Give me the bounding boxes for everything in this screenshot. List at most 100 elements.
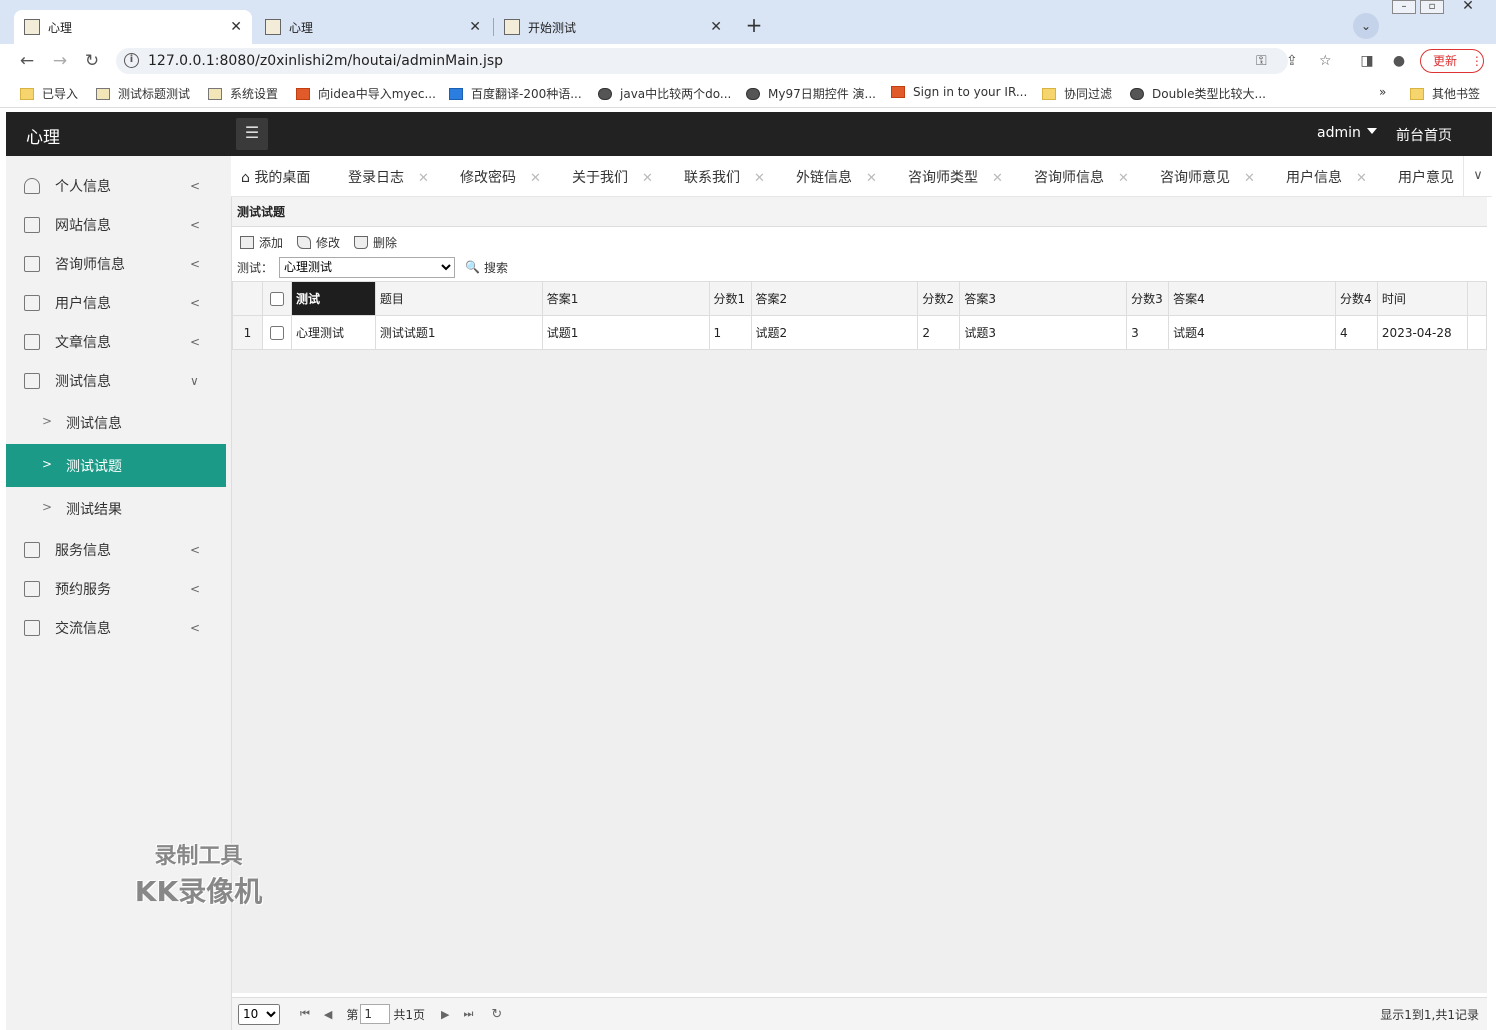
minimize-icon[interactable]: – xyxy=(1392,0,1416,14)
tab-change-password[interactable]: 修改密码 ✕ xyxy=(460,167,541,187)
close-icon[interactable]: ✕ xyxy=(754,171,765,186)
tab-user-feedback[interactable]: 用户意见 xyxy=(1398,167,1454,187)
tab-search-chevron-icon[interactable]: ⌄ xyxy=(1353,13,1379,39)
prev-page-icon[interactable]: ◀ xyxy=(324,1008,332,1021)
bookmark-item[interactable]: 已导入 xyxy=(20,85,78,102)
bookmark-item[interactable]: 测试标题测试 xyxy=(96,85,190,102)
close-icon[interactable]: ✕ xyxy=(469,19,481,35)
reload-icon[interactable]: ↻ xyxy=(81,50,103,72)
add-button[interactable]: 添加 xyxy=(240,231,283,253)
address-bar[interactable]: i 127.0.0.1:8080/z0xinlishi2m/houtai/adm… xyxy=(116,48,1332,74)
first-page-icon[interactable]: ⏮ xyxy=(300,1007,310,1021)
last-page-icon[interactable]: ⏭ xyxy=(464,1007,474,1021)
row-number-header xyxy=(232,281,263,316)
cell-time: 2023-04-28 xyxy=(1376,315,1468,350)
test-questions-panel: 测试试题 添加 修改 删除 测试： 心理测试 🔍 搜索 测试 题目 答案1 分数… xyxy=(231,197,1492,1030)
tab-about[interactable]: 关于我们 ✕ xyxy=(572,167,653,187)
close-icon[interactable]: ✕ xyxy=(992,171,1003,186)
row-checkbox[interactable] xyxy=(269,325,284,340)
close-icon[interactable]: ✕ xyxy=(230,19,242,35)
sidebar-subitem-test-info[interactable]: > 测试信息 xyxy=(6,401,226,444)
bookmarks-overflow-icon[interactable]: » xyxy=(1379,85,1386,99)
bookmark-item[interactable]: 系统设置 xyxy=(208,85,278,102)
browser-tab[interactable]: 心理 ✕ xyxy=(14,10,252,44)
bookmark-item[interactable]: 向idea中导入myec... xyxy=(296,85,436,102)
sidebar-item-services[interactable]: 服务信息 < xyxy=(6,530,226,569)
side-panel-icon[interactable]: ◨ xyxy=(1356,50,1378,72)
close-icon[interactable]: ✕ xyxy=(866,171,877,186)
back-arrow-icon[interactable]: ← xyxy=(16,50,38,72)
tab-counselor-info[interactable]: 咨询师信息 ✕ xyxy=(1034,167,1129,187)
bookmark-item[interactable]: 协同过滤 xyxy=(1042,85,1112,102)
close-icon[interactable]: ✕ xyxy=(642,171,653,186)
sidebar-item-users[interactable]: 用户信息 < xyxy=(6,283,226,322)
sidebar-item-counselor[interactable]: 咨询师信息 < xyxy=(6,244,226,283)
sidebar-item-website[interactable]: 网站信息 < xyxy=(6,205,226,244)
user-menu[interactable]: admin xyxy=(1317,125,1377,141)
close-icon[interactable]: ✕ xyxy=(1356,171,1367,186)
page-size-select[interactable]: 10 xyxy=(238,1003,280,1025)
other-bookmarks[interactable]: 其他书签 xyxy=(1410,85,1480,102)
column-header-score1[interactable]: 分数1 xyxy=(708,281,752,316)
sidebar-item-tests[interactable]: 测试信息 ∨ xyxy=(6,361,226,400)
column-header-time[interactable]: 时间 xyxy=(1376,281,1468,316)
tab-user-info[interactable]: 用户信息 ✕ xyxy=(1286,167,1367,187)
tabs-more-chevron-down-icon[interactable]: ∨ xyxy=(1463,156,1492,196)
browser-tab[interactable]: 开始测试 ✕ xyxy=(494,10,732,44)
tab-links[interactable]: 外链信息 ✕ xyxy=(796,167,877,187)
maximize-icon[interactable]: ▫ xyxy=(1420,0,1444,14)
close-icon[interactable]: ✕ xyxy=(710,19,722,35)
window-close-icon[interactable]: ✕ xyxy=(1448,0,1488,14)
sidebar-item-communication[interactable]: 交流信息 < xyxy=(6,608,226,647)
tab-contact[interactable]: 联系我们 ✕ xyxy=(684,167,765,187)
kebab-menu-icon[interactable]: ⋮ xyxy=(1471,54,1483,68)
column-header-answer3[interactable]: 答案3 xyxy=(959,281,1128,316)
share-icon[interactable]: ⇪ xyxy=(1286,53,1298,69)
bookmark-item[interactable]: java中比较两个do... xyxy=(598,85,731,102)
new-tab-plus-icon[interactable]: + xyxy=(741,13,767,39)
close-icon[interactable]: ✕ xyxy=(530,171,541,186)
sidebar-item-appointments[interactable]: 预约服务 < xyxy=(6,569,226,608)
close-icon[interactable]: ✕ xyxy=(418,171,429,186)
forward-arrow-icon[interactable]: → xyxy=(49,50,71,72)
edit-button[interactable]: 修改 xyxy=(297,231,340,253)
delete-button[interactable]: 删除 xyxy=(354,231,397,253)
key-icon[interactable]: ⚿ xyxy=(1256,53,1267,69)
front-home-link[interactable]: 前台首页 xyxy=(1396,125,1452,145)
tab-login-log[interactable]: 登录日志 ✕ xyxy=(348,167,429,187)
refresh-icon[interactable]: ↻ xyxy=(491,1007,502,1022)
site-info-icon[interactable]: i xyxy=(124,53,139,68)
close-icon[interactable]: ✕ xyxy=(1118,171,1129,186)
sidebar-item-personal[interactable]: 个人信息 < xyxy=(6,166,226,205)
tab-counselor-types[interactable]: 咨询师类型 ✕ xyxy=(908,167,1003,187)
update-button[interactable]: 更新 ⋮ xyxy=(1420,49,1484,73)
search-button[interactable]: 🔍 搜索 xyxy=(465,259,508,276)
test-select[interactable]: 心理测试 xyxy=(279,256,456,278)
select-all-checkbox[interactable] xyxy=(269,291,284,306)
column-header-answer1[interactable]: 答案1 xyxy=(541,281,710,316)
column-header-score2[interactable]: 分数2 xyxy=(917,281,961,316)
sidebar-subitem-test-results[interactable]: > 测试结果 xyxy=(6,487,226,530)
column-header-score3[interactable]: 分数3 xyxy=(1126,281,1170,316)
bookmark-item[interactable]: Double类型比较大... xyxy=(1130,85,1266,102)
page-number-input[interactable]: 1 xyxy=(360,1004,391,1024)
sidebar-item-articles[interactable]: 文章信息 < xyxy=(6,322,226,361)
column-header-score4[interactable]: 分数4 xyxy=(1334,281,1378,316)
bookmark-item[interactable]: Sign in to your IR... xyxy=(891,85,1027,99)
next-page-icon[interactable]: ▶ xyxy=(441,1008,449,1021)
bookmark-item[interactable]: 百度翻译-200种语... xyxy=(449,85,582,102)
bookmark-item[interactable]: My97日期控件 演... xyxy=(746,85,876,102)
tab-counselor-feedback[interactable]: 咨询师意见 ✕ xyxy=(1160,167,1255,187)
profile-avatar-icon[interactable]: ● xyxy=(1388,50,1410,72)
column-header-answer4[interactable]: 答案4 xyxy=(1168,281,1336,316)
sidebar-subitem-test-questions[interactable]: > 测试试题 xyxy=(6,444,226,487)
column-header-question[interactable]: 题目 xyxy=(374,281,543,316)
browser-tab[interactable]: 心理 ✕ xyxy=(255,10,491,44)
column-header-test[interactable]: 测试 xyxy=(290,281,376,316)
table-row[interactable]: 1 心理测试 测试试题1 试题1 1 试题2 2 试题3 3 试题4 4 202… xyxy=(232,315,1488,350)
bookmark-star-icon[interactable]: ☆ xyxy=(1319,53,1332,69)
column-header-answer2[interactable]: 答案2 xyxy=(750,281,919,316)
close-icon[interactable]: ✕ xyxy=(1244,171,1255,186)
tab-desktop[interactable]: ⌂ 我的桌面 xyxy=(241,167,310,187)
menu-toggle-icon[interactable]: ☰ xyxy=(236,118,268,150)
